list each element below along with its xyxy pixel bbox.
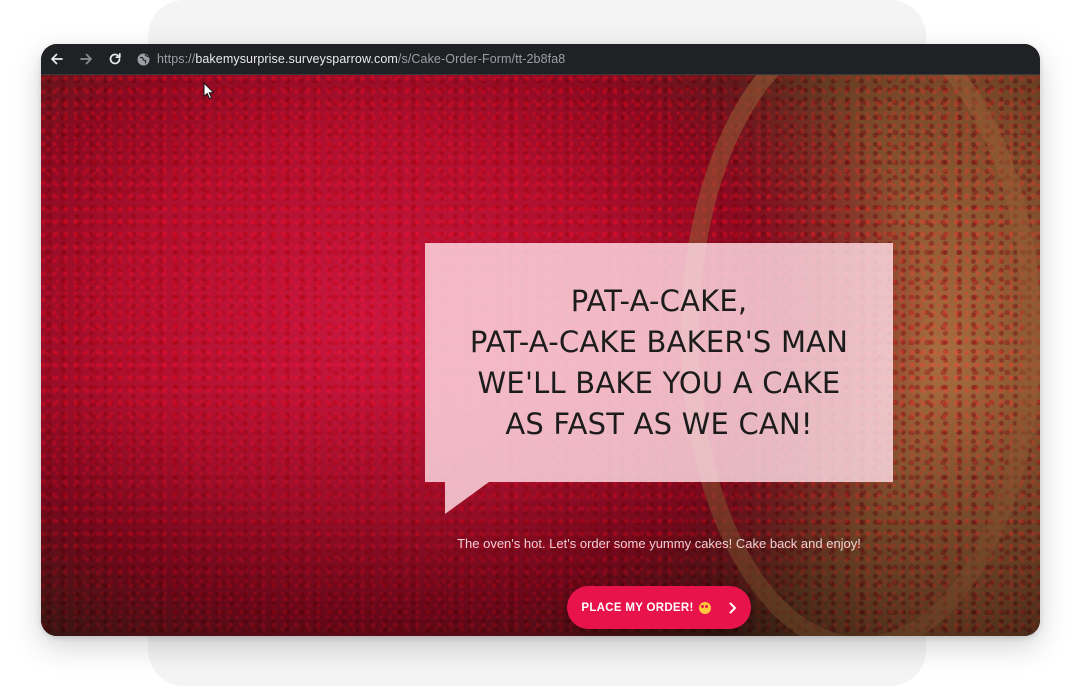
heart-eyes-emoji-icon <box>698 601 711 614</box>
browser-window: https://bakemysurprise.surveysparrow.com… <box>41 44 1040 636</box>
speech-bubble-tail <box>445 482 489 514</box>
browser-toolbar: https://bakemysurprise.surveysparrow.com… <box>41 44 1040 75</box>
hero-subtext: The oven's hot. Let's order some yummy c… <box>457 536 861 551</box>
back-button[interactable] <box>43 45 71 73</box>
headline-line: AS FAST AS WE CAN! <box>505 406 813 441</box>
url-path: /s/Cake-Order-Form/tt-2b8fa8 <box>397 52 566 66</box>
url-host: bakemysurprise.surveysparrow.com <box>195 52 398 66</box>
headline: PAT-A-CAKE, PAT-A-CAKE BAKER'S MAN WE'LL… <box>470 281 848 445</box>
chevron-right-icon <box>729 602 737 614</box>
headline-line: WE'LL BAKE YOU A CAKE <box>477 365 841 400</box>
globe-icon <box>137 53 150 66</box>
place-order-button[interactable]: PLACE MY ORDER! <box>567 586 751 629</box>
place-order-label: PLACE MY ORDER! <box>581 601 694 614</box>
back-icon <box>51 53 63 65</box>
reload-icon <box>109 52 121 65</box>
headline-line: PAT-A-CAKE, <box>570 283 748 318</box>
headline-line: PAT-A-CAKE BAKER'S MAN <box>469 324 849 359</box>
forward-button[interactable] <box>72 45 100 73</box>
forward-icon <box>80 53 92 65</box>
reload-button[interactable] <box>101 45 129 73</box>
mouse-cursor-icon <box>203 82 215 105</box>
speech-bubble: PAT-A-CAKE, PAT-A-CAKE BAKER'S MAN WE'LL… <box>425 243 893 482</box>
url-scheme: https:// <box>157 52 196 66</box>
hero-section: PAT-A-CAKE, PAT-A-CAKE BAKER'S MAN WE'LL… <box>41 75 1040 636</box>
address-bar[interactable]: https://bakemysurprise.surveysparrow.com… <box>137 47 565 71</box>
